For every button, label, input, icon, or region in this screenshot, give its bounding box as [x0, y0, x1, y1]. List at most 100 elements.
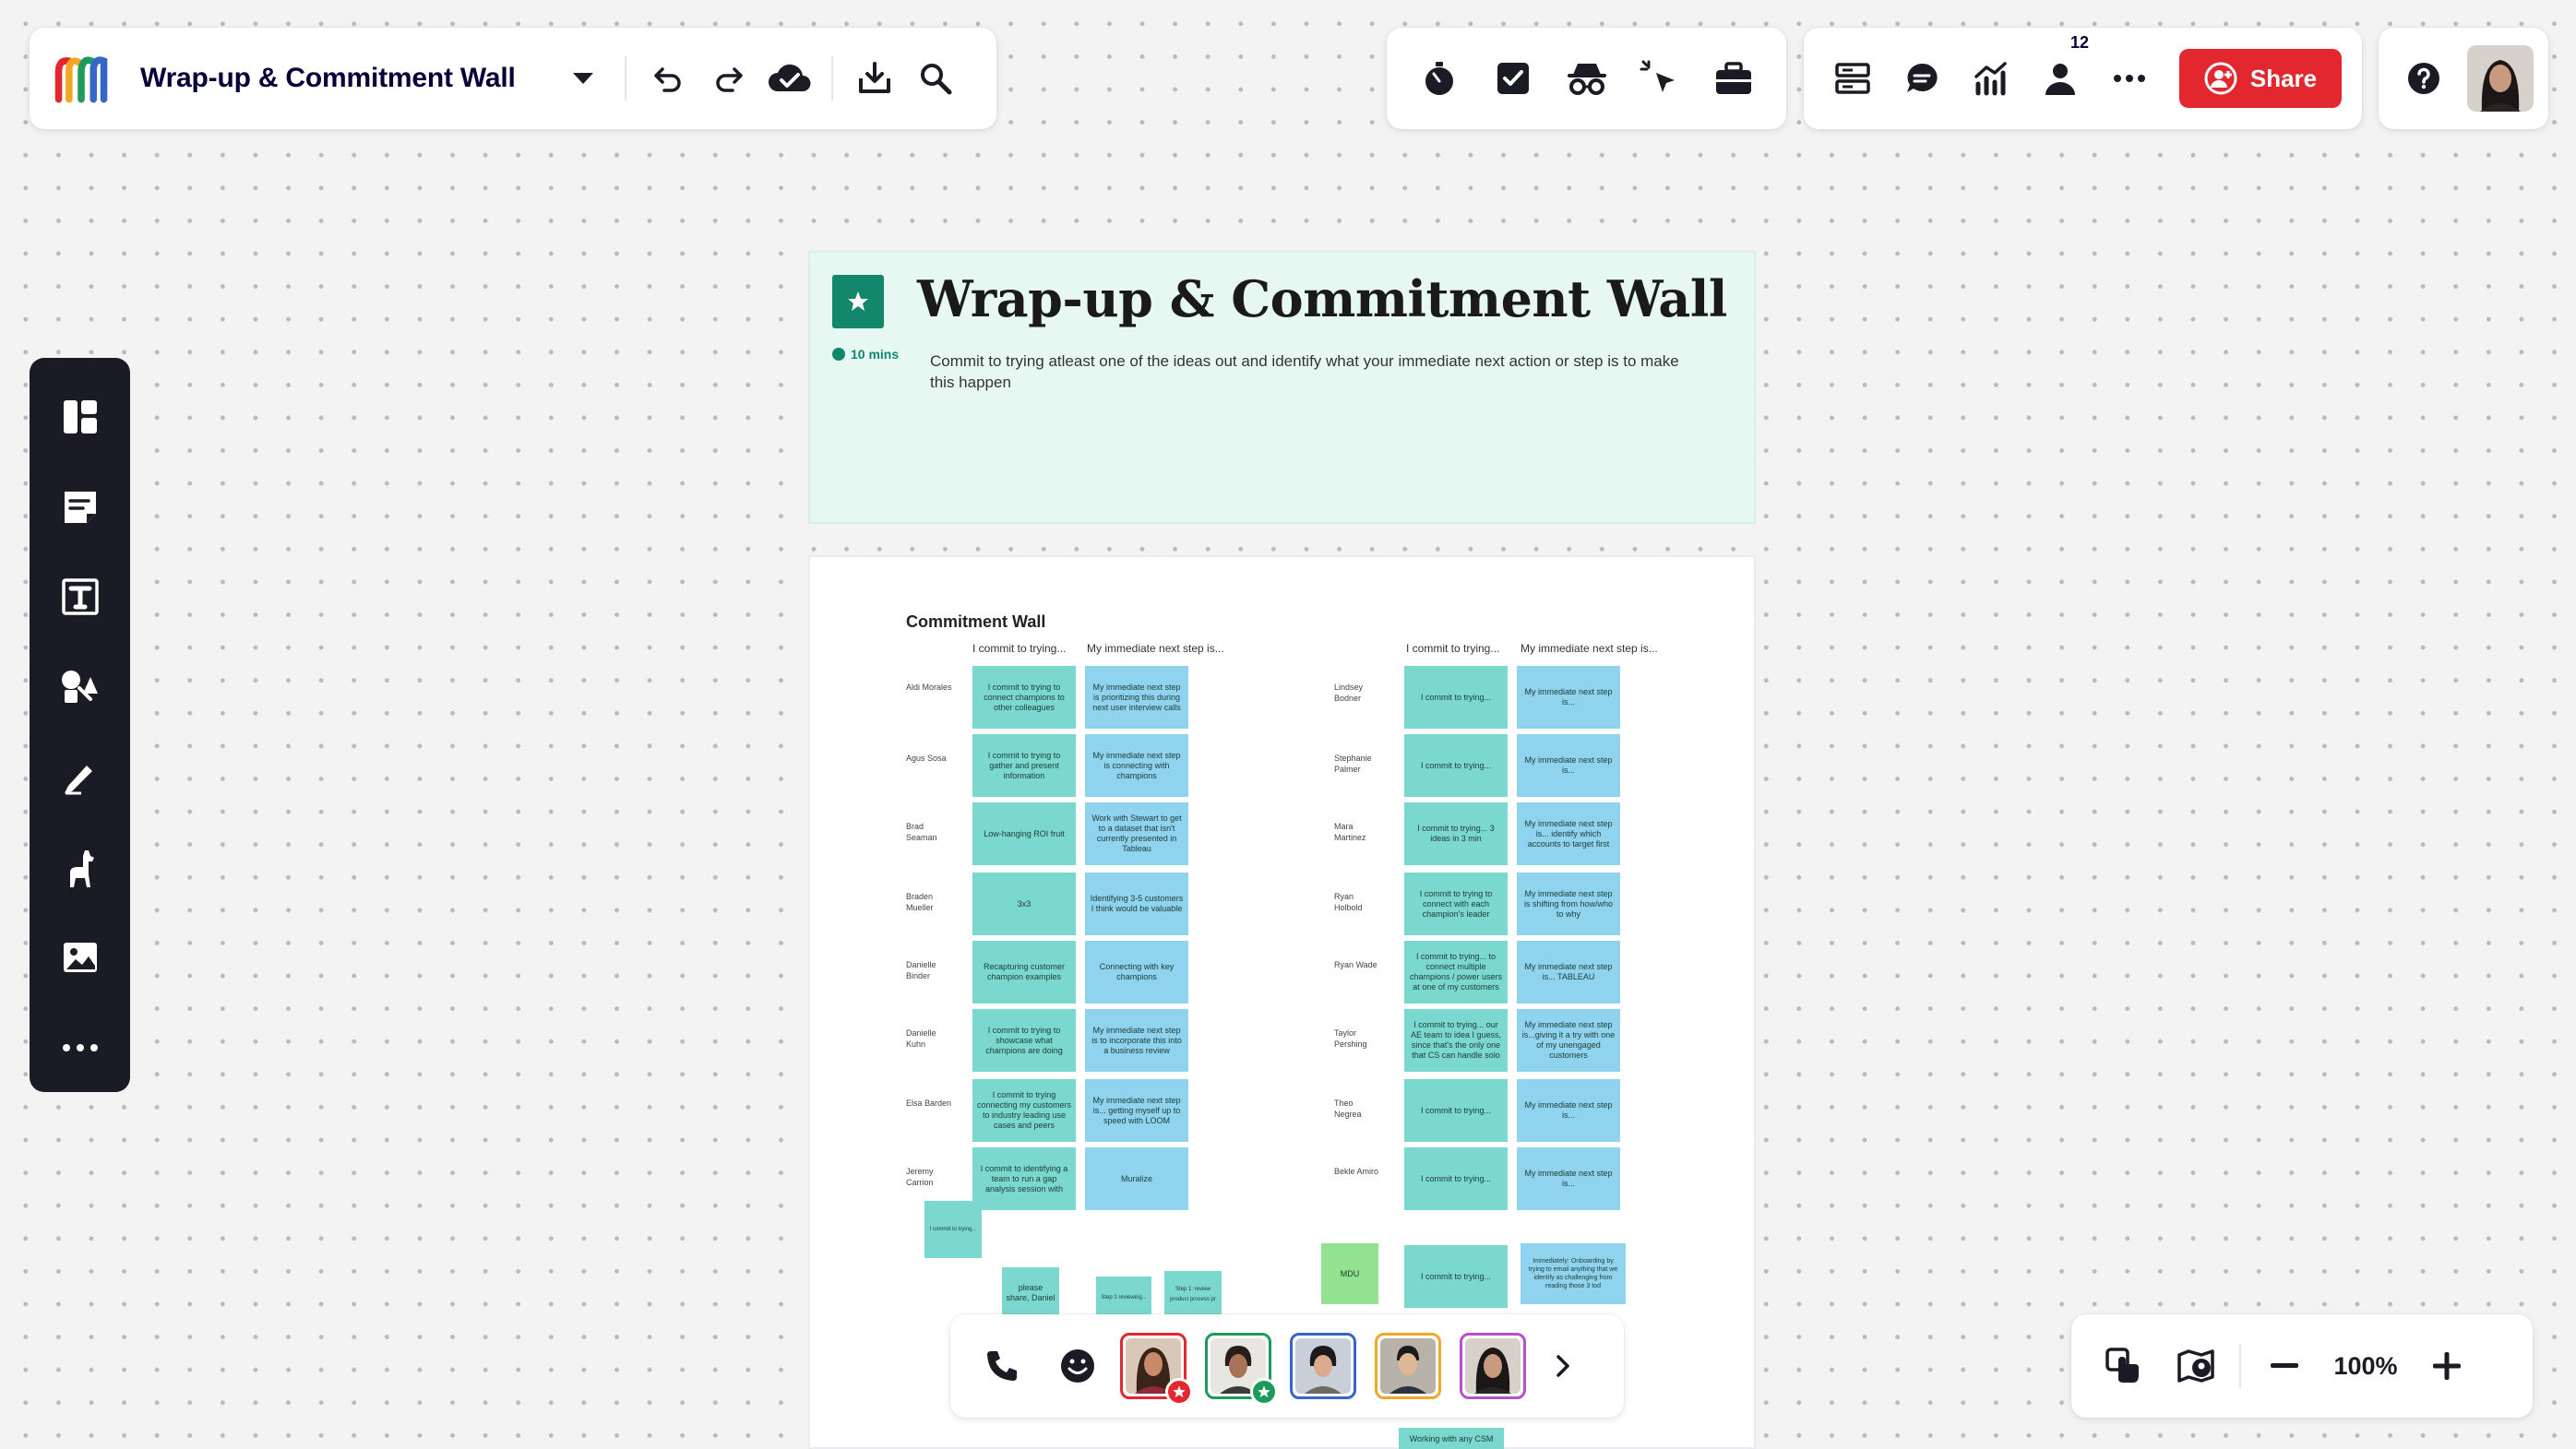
- commit-sticky[interactable]: Recapturing customer champion examples: [972, 941, 1076, 1004]
- board-title[interactable]: Wrap-up & Commitment Wall: [140, 63, 516, 94]
- cards-icon[interactable]: [1820, 46, 1885, 111]
- participant-avatar[interactable]: [1375, 1333, 1441, 1399]
- zoom-level[interactable]: 100%: [2315, 1352, 2416, 1381]
- commit-sticky[interactable]: I commit to trying...: [1404, 1245, 1508, 1308]
- activity-icon[interactable]: [1959, 46, 2023, 111]
- commit-sticky[interactable]: Low-hanging ROI fruit: [972, 802, 1076, 865]
- zoom-in-icon[interactable]: [2416, 1336, 2477, 1396]
- toolkit-icon[interactable]: [1701, 46, 1766, 111]
- row-name: Jeremy Carrion: [906, 1167, 934, 1187]
- text-icon[interactable]: [43, 553, 117, 642]
- voting-icon[interactable]: [1481, 46, 1545, 111]
- commit-sticky[interactable]: I commit to trying...: [1404, 666, 1508, 729]
- user-avatar[interactable]: [2467, 45, 2534, 112]
- collaborator-count: 12: [2069, 33, 2089, 52]
- expand-participants-icon[interactable]: [1544, 1333, 1581, 1399]
- participant-avatar[interactable]: [1460, 1333, 1526, 1399]
- zoom-divider: [2239, 1344, 2241, 1388]
- map-icon[interactable]: [2165, 1336, 2226, 1396]
- commit-sticky[interactable]: I commit to trying...: [1404, 734, 1508, 797]
- shapes-icon[interactable]: [43, 643, 117, 731]
- commit-sticky[interactable]: I commit to trying to gather and present…: [972, 734, 1076, 797]
- row-name: Elsa Barden: [906, 1099, 952, 1108]
- commit-sticky[interactable]: I commit to trying to connect with each …: [1404, 873, 1508, 935]
- templates-icon[interactable]: [43, 373, 117, 461]
- user-toolbar: [2379, 28, 2548, 129]
- miro-logo-icon[interactable]: [52, 48, 113, 109]
- next-step-sticky[interactable]: My immediate next step is shifting from …: [1517, 873, 1620, 935]
- step-sticky-b[interactable]: Step 1: review product process pr: [1164, 1271, 1222, 1319]
- working-with-sticky[interactable]: Working with any CSM: [1399, 1428, 1504, 1449]
- participant-avatar[interactable]: [1290, 1333, 1356, 1399]
- next-step-sticky[interactable]: My immediate next step is prioritizing t…: [1085, 666, 1188, 729]
- zoom-controls: 100%: [2071, 1314, 2533, 1418]
- undo-icon[interactable]: [638, 48, 698, 109]
- commit-sticky[interactable]: I commit to identifying a team to run a …: [972, 1147, 1076, 1210]
- comments-icon[interactable]: [1890, 46, 1954, 111]
- next-step-sticky[interactable]: My immediate next step is... identify wh…: [1517, 802, 1620, 865]
- next-step-sticky[interactable]: My immediate next step is...giving it a …: [1517, 1009, 1620, 1072]
- image-icon[interactable]: [43, 914, 117, 1003]
- export-icon[interactable]: [844, 48, 905, 109]
- cloud-saved-icon[interactable]: [759, 48, 820, 109]
- board-toolbar: Wrap-up & Commitment Wall: [30, 28, 996, 129]
- next-step-sticky[interactable]: Immediately: Onboarding by trying to ema…: [1521, 1243, 1626, 1304]
- commit-sticky[interactable]: I commit to trying... to connect multipl…: [1404, 941, 1508, 1004]
- next-step-sticky[interactable]: My immediate next step is...: [1517, 1079, 1620, 1142]
- redo-icon[interactable]: [698, 48, 759, 109]
- collaboration-bar: [950, 1314, 1624, 1418]
- row-name: Agus Sosa: [906, 754, 947, 763]
- timer-icon[interactable]: [1407, 46, 1472, 111]
- row-name: Theo Negrea: [1334, 1099, 1362, 1119]
- attention-management-icon[interactable]: [1628, 46, 1692, 111]
- step-sticky-a[interactable]: Step 1 reviewing...: [1096, 1277, 1151, 1319]
- collaborators-icon[interactable]: 12: [2028, 33, 2093, 111]
- commit-sticky[interactable]: I commit to trying connecting my custome…: [972, 1079, 1076, 1142]
- next-step-sticky[interactable]: My immediate next step is... getting mys…: [1085, 1079, 1188, 1142]
- sticky-note-icon[interactable]: [43, 463, 117, 552]
- next-step-sticky[interactable]: Identifying 3-5 customers I think would …: [1085, 873, 1188, 935]
- reactions-icon[interactable]: [1044, 1333, 1111, 1399]
- activity-header-frame[interactable]: Wrap-up & Commitment Wall 10 mins Commit…: [808, 251, 1756, 524]
- loose-sticky[interactable]: I commit to trying...: [924, 1201, 982, 1258]
- commit-sticky[interactable]: I commit to trying... our AE team to ide…: [1404, 1009, 1508, 1072]
- zoom-out-icon[interactable]: [2254, 1336, 2315, 1396]
- llama-icon[interactable]: [43, 824, 117, 912]
- facilitation-toolbar: [1387, 28, 1786, 129]
- search-icon[interactable]: [905, 48, 966, 109]
- commit-sticky[interactable]: I commit to trying to connect champions …: [972, 666, 1076, 729]
- next-step-sticky[interactable]: My immediate next step is...: [1517, 1147, 1620, 1210]
- please-share-sticky[interactable]: please share, Daniel: [1002, 1267, 1059, 1319]
- next-step-sticky[interactable]: My immediate next step is... TABLEAU: [1517, 941, 1620, 1004]
- star-icon: [832, 275, 884, 328]
- next-step-sticky[interactable]: My immediate next step is to incorporate…: [1085, 1009, 1188, 1072]
- commit-sticky[interactable]: I commit to trying... 3 ideas in 3 min: [1404, 802, 1508, 865]
- row-name: Mara Martinez: [1334, 822, 1366, 842]
- next-step-sticky[interactable]: My immediate next step is connecting wit…: [1085, 734, 1188, 797]
- right-col1-header: I commit to trying...: [1406, 642, 1500, 655]
- commit-sticky[interactable]: 3x3: [972, 873, 1076, 935]
- board-menu-caret-icon[interactable]: [553, 48, 614, 109]
- share-button[interactable]: Share: [2179, 49, 2342, 108]
- phone-icon[interactable]: [969, 1333, 1035, 1399]
- row-name: Ryan Wade: [1334, 960, 1377, 969]
- next-step-sticky[interactable]: My immediate next step is...: [1517, 666, 1620, 729]
- participant-avatar[interactable]: [1120, 1333, 1193, 1406]
- commit-sticky[interactable]: I commit to trying to showcase what cham…: [972, 1009, 1076, 1072]
- private-mode-icon[interactable]: [1555, 46, 1619, 111]
- frame-description: Commit to trying atleast one of the idea…: [930, 352, 1679, 391]
- gesture-icon[interactable]: [2093, 1336, 2154, 1396]
- commit-sticky[interactable]: I commit to trying...: [1404, 1147, 1508, 1210]
- next-step-sticky[interactable]: Work with Stewart to get to a dataset th…: [1085, 802, 1188, 865]
- pen-icon[interactable]: [43, 733, 117, 822]
- commit-sticky[interactable]: I commit to trying...: [1404, 1079, 1508, 1142]
- help-icon[interactable]: [2393, 48, 2454, 109]
- board-actions-toolbar: 12 Share: [1804, 28, 2362, 129]
- more-tools-icon[interactable]: [43, 1004, 117, 1092]
- mdu-sticky[interactable]: MDU: [1321, 1243, 1378, 1304]
- next-step-sticky[interactable]: Connecting with key champions: [1085, 941, 1188, 1004]
- next-step-sticky[interactable]: My immediate next step is...: [1517, 734, 1620, 797]
- next-step-sticky[interactable]: Muralize: [1085, 1147, 1188, 1210]
- participant-avatar[interactable]: [1205, 1333, 1278, 1406]
- more-icon[interactable]: [2097, 46, 2162, 111]
